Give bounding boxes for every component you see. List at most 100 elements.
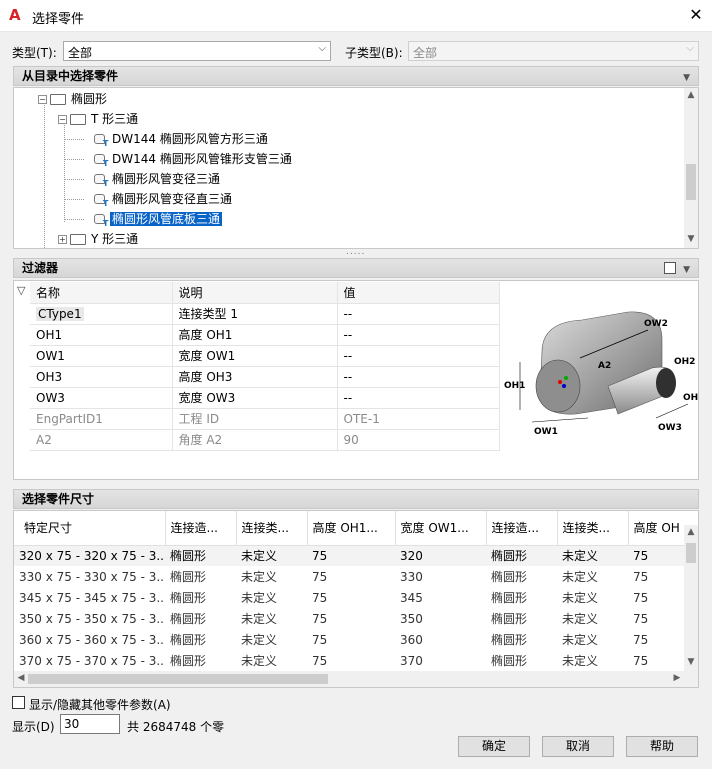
filter-row[interactable]: OH1 高度 OH1 -- — [30, 324, 500, 346]
filter-row[interactable]: OW1 宽度 OW1 -- — [30, 345, 500, 367]
column-header[interactable]: 高度 OH1... — [307, 511, 396, 546]
collapse-arrow-icon[interactable]: ▼ — [683, 69, 690, 87]
size-vertical-scrollbar[interactable]: ▲ ▼ — [684, 525, 698, 671]
size-horizontal-scrollbar[interactable]: ◀ ▶ — [14, 671, 698, 687]
scroll-down-icon[interactable]: ▼ — [684, 657, 698, 667]
size-cell: 350 x 75 - 350 x 75 - 3... — [19, 611, 165, 626]
size-cell: 75 — [312, 653, 328, 668]
splitter-grip[interactable]: ..... — [346, 247, 365, 257]
cancel-button[interactable]: 取消 — [542, 736, 614, 757]
scroll-up-icon[interactable]: ▲ — [684, 90, 698, 100]
collapse-icon[interactable]: − — [58, 115, 67, 124]
filter-row[interactable]: OH3 高度 OH3 -- — [30, 366, 500, 388]
show-hide-params-checkbox[interactable] — [12, 696, 25, 709]
size-row-selected[interactable]: 320 x 75 - 320 x 75 - 3... 椭圆形 未定义 75 320 椭圆形… — [14, 545, 698, 566]
size-row[interactable]: 360 x 75 - 360 x 75 - 3... 椭圆形 未定义 75 360 椭圆形… — [14, 629, 698, 650]
size-row[interactable]: 370 x 75 - 370 x 75 - 3... 椭圆形 未定义 75 370 椭圆形… — [14, 650, 698, 671]
part-icon: T — [92, 213, 108, 227]
size-row[interactable]: 330 x 75 - 330 x 75 - 3... 椭圆形 未定义 75 330 椭圆形… — [14, 566, 698, 587]
tree-node-part[interactable]: T DW144 椭圆形风管锥形支管三通 — [90, 150, 294, 168]
column-header[interactable]: 连接类... — [236, 511, 308, 546]
display-count-input[interactable]: 30 — [60, 714, 120, 734]
size-cell: 椭圆形 — [491, 654, 528, 668]
filter-cell: EngPartID1 — [30, 408, 173, 430]
subtype-dropdown[interactable]: 全部 ⌵ — [408, 41, 699, 61]
tree-node-oval[interactable]: − 椭圆形 — [38, 90, 109, 108]
size-table[interactable]: 特定尺寸 连接造... 连接类... 高度 OH1... 宽度 OW1... 连… — [14, 511, 698, 671]
size-row[interactable]: 345 x 75 - 345 x 75 - 3... 椭圆形 未定义 75 345 椭圆形… — [14, 587, 698, 608]
help-button[interactable]: 帮助 — [626, 736, 698, 757]
close-icon[interactable]: ✕ — [686, 5, 706, 25]
filter-row[interactable]: CType1 连接类型 1 -- — [30, 303, 500, 325]
filter-cell[interactable]: -- — [337, 366, 500, 388]
scrollbar-thumb[interactable] — [28, 674, 328, 684]
filter-cell[interactable]: -- — [337, 345, 500, 367]
column-header[interactable]: 连接类... — [557, 511, 629, 546]
scrollbar-thumb[interactable] — [686, 164, 696, 200]
column-header-description[interactable]: 说明 — [172, 282, 338, 304]
chevron-down-icon: ⌵ — [686, 43, 694, 54]
filter-cell[interactable]: -- — [337, 387, 500, 409]
dimension-label: OW3 — [658, 423, 682, 433]
show-hide-params-label[interactable]: 显示/隐藏其他零件参数(A) — [29, 696, 171, 713]
ok-button[interactable]: 确定 — [458, 736, 530, 757]
filter-funnel-icon: ▽ — [17, 284, 26, 297]
size-cell: 未定义 — [241, 591, 278, 605]
size-cell: 未定义 — [241, 654, 278, 668]
size-cell: 360 x 75 - 360 x 75 - 3... — [19, 632, 165, 647]
size-cell: 330 x 75 - 330 x 75 - 3... — [19, 569, 165, 584]
dimension-label: OH1 — [504, 381, 525, 391]
filter-toggle-checkbox[interactable] — [664, 262, 676, 274]
catalog-tree[interactable]: − 椭圆形 − T 形三通 T DW144 椭圆形风管方形三通 T DW144 椭圆形风… — [13, 87, 699, 249]
scrollbar-thumb[interactable] — [686, 543, 696, 563]
size-cell: 椭圆形 — [491, 591, 528, 605]
filter-cell: 角度 A2 — [172, 429, 338, 451]
column-header[interactable]: 特定尺寸 — [14, 511, 166, 546]
tree-node-label: 椭圆形风管变径直三通 — [112, 192, 233, 206]
scroll-right-icon[interactable]: ▶ — [670, 673, 684, 683]
size-cell: 椭圆形 — [491, 633, 528, 647]
tree-node-part-selected[interactable]: T 椭圆形风管底板三通 — [90, 210, 223, 228]
size-cell: 370 — [400, 653, 423, 668]
chevron-down-icon: ⌵ — [318, 43, 326, 54]
scroll-down-icon[interactable]: ▼ — [684, 234, 698, 244]
scroll-up-icon[interactable]: ▲ — [684, 527, 698, 537]
filter-cell: 90 — [337, 429, 500, 451]
tree-node-tee[interactable]: − T 形三通 — [58, 110, 140, 128]
dimension-label: OW1 — [534, 427, 558, 437]
tree-guide-line — [64, 159, 84, 160]
tree-node-label: 椭圆形风管底板三通 — [110, 212, 223, 226]
filter-table: 名称 说明 值 CType1 连接类型 1 -- OH1 高度 OH1 -- O… — [30, 282, 500, 451]
filter-cell: CType1 — [36, 306, 84, 321]
type-dropdown[interactable]: 全部 ⌵ — [63, 41, 331, 61]
collapse-arrow-icon[interactable]: ▼ — [683, 261, 690, 279]
tree-node-part[interactable]: T 椭圆形风管变径直三通 — [90, 190, 234, 208]
filter-header-label: 过滤器 — [22, 261, 59, 275]
scroll-left-icon[interactable]: ◀ — [14, 673, 28, 683]
column-header[interactable]: 宽度 OW1... — [395, 511, 487, 546]
size-cell: 350 — [400, 611, 423, 626]
column-header[interactable]: 连接造... — [165, 511, 237, 546]
filter-cell[interactable]: -- — [337, 324, 500, 346]
size-cell: 未定义 — [562, 570, 599, 584]
size-cell: 345 x 75 - 345 x 75 - 3... — [19, 590, 165, 605]
size-cell: 75 — [312, 611, 328, 626]
expand-icon[interactable]: + — [58, 235, 67, 244]
size-row[interactable]: 350 x 75 - 350 x 75 - 3... 椭圆形 未定义 75 350 椭圆形… — [14, 608, 698, 629]
column-header[interactable]: 连接造... — [486, 511, 558, 546]
filter-cell: OH3 — [30, 366, 173, 388]
filter-cell[interactable]: -- — [337, 303, 500, 325]
filter-row[interactable]: OW3 宽度 OW3 -- — [30, 387, 500, 409]
tree-node-part[interactable]: T DW144 椭圆形风管方形三通 — [90, 130, 270, 148]
tree-node-part[interactable]: T 椭圆形风管变径三通 — [90, 170, 222, 188]
column-header-name[interactable]: 名称 — [30, 282, 173, 304]
tree-guide-line — [44, 102, 45, 248]
collapse-icon[interactable]: − — [38, 95, 47, 104]
column-header-value[interactable]: 值 — [337, 282, 500, 304]
catalog-section-header[interactable]: 从目录中选择零件 ▼ — [13, 66, 699, 86]
tree-scrollbar[interactable]: ▲ ▼ — [684, 88, 698, 248]
filter-section-header[interactable]: 过滤器 ▼ — [13, 258, 699, 278]
tree-node-wye[interactable]: + Y 形三通 — [58, 230, 140, 248]
size-section-header: 选择零件尺寸 — [13, 489, 699, 509]
filter-cell: A2 — [30, 429, 173, 451]
